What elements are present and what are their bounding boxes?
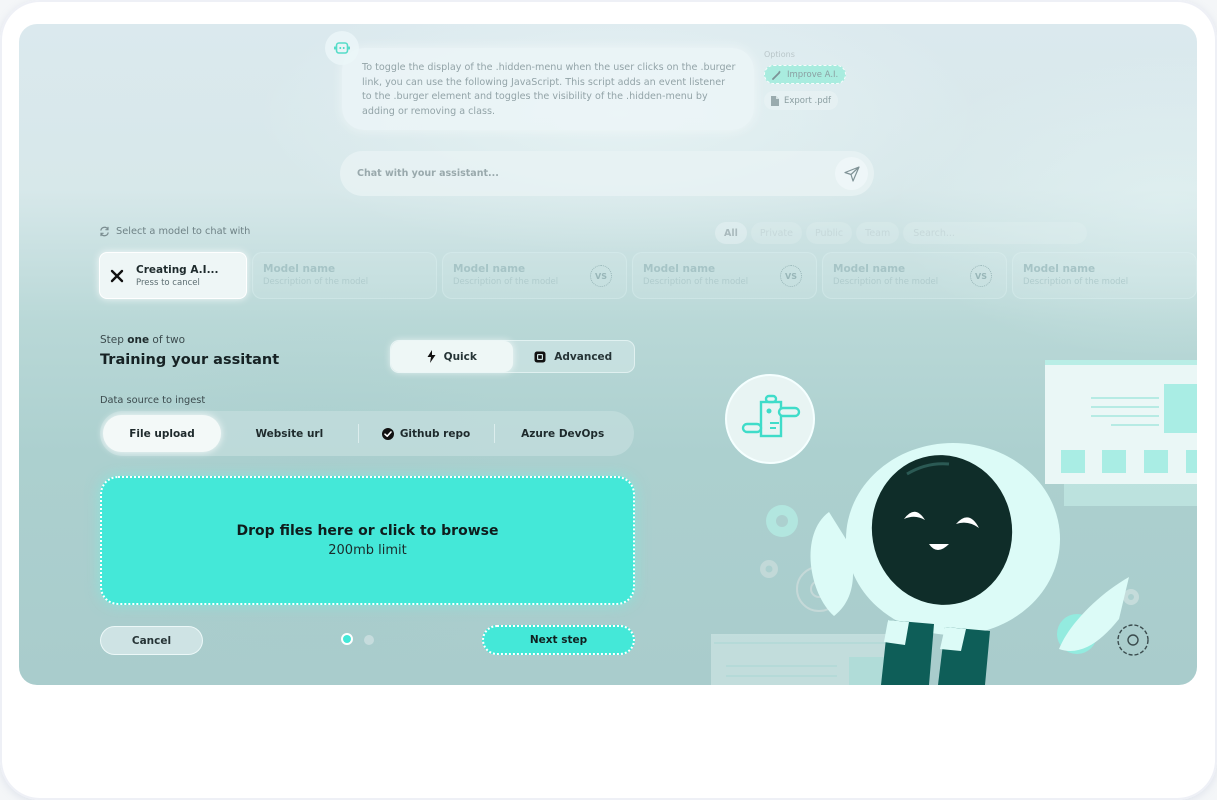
model-filters: All Private Public Team Search...: [715, 222, 1088, 244]
source-tab-website-url[interactable]: Website url: [221, 415, 358, 452]
dropzone-title: Drop files here or click to browse: [236, 523, 499, 539]
check-circle-icon: [381, 427, 394, 440]
mode-advanced-label: Advanced: [554, 350, 613, 363]
model-description: Description of the model: [1023, 277, 1129, 287]
step-dot-inactive: [364, 635, 374, 645]
document-icon: [771, 95, 779, 106]
lightning-icon: [427, 350, 436, 363]
assistant-message: To toggle the display of the .hidden-men…: [342, 48, 754, 130]
chat-input[interactable]: Chat with your assistant...: [340, 151, 874, 196]
source-tab-label: Website url: [255, 427, 324, 440]
mode-advanced-button[interactable]: Advanced: [513, 341, 635, 372]
step-indicator: Step one of two: [100, 334, 185, 346]
creating-ai-subtitle: Press to cancel: [136, 277, 200, 288]
close-icon: [110, 269, 124, 282]
refresh-icon: [100, 226, 109, 237]
source-tab-azure-devops[interactable]: Azure DevOps: [494, 415, 631, 452]
chip-icon: [534, 351, 546, 362]
model-card[interactable]: Model name Description of the model: [252, 252, 437, 299]
robot-left-arm: [810, 512, 854, 616]
robot-icon: [334, 42, 350, 54]
gear-icon: [760, 560, 778, 578]
dropzone-subtitle: 200mb limit: [328, 543, 407, 558]
filter-private[interactable]: Private: [750, 222, 802, 244]
chat-input-placeholder: Chat with your assistant...: [357, 168, 499, 179]
improve-ai-button[interactable]: Improve A.I.: [764, 65, 847, 84]
dashboard-panel-graphic: [1045, 360, 1197, 506]
document-card-graphic: [711, 634, 889, 685]
model-card[interactable]: Model name Description of the model VS: [632, 252, 817, 299]
model-card[interactable]: Model name Description of the model VS: [822, 252, 1007, 299]
next-step-button[interactable]: Next step: [482, 625, 635, 655]
mode-toggle: Quick Advanced: [390, 340, 635, 373]
export-pdf-button[interactable]: Export .pdf: [764, 91, 839, 110]
export-pdf-label: Export .pdf: [784, 95, 832, 106]
model-card[interactable]: Model name Description of the model VS: [442, 252, 627, 299]
robot-illustration: [711, 360, 1197, 685]
data-source-label: Data source to ingest: [100, 395, 206, 406]
gear-outline-icon: [1117, 624, 1149, 656]
source-tab-github-repo[interactable]: Github repo: [357, 415, 495, 452]
send-button[interactable]: [835, 157, 868, 190]
bot-avatar: [325, 31, 359, 65]
step-prefix: Step: [100, 334, 124, 346]
vs-badge[interactable]: VS: [970, 265, 992, 287]
app-screen: To toggle the display of the .hidden-men…: [19, 24, 1197, 685]
data-source-tabs: File upload Website url Github repo Azur…: [100, 411, 634, 456]
vs-badge[interactable]: VS: [780, 265, 802, 287]
filter-public[interactable]: Public: [806, 222, 853, 244]
robot-right-arm: [1059, 577, 1129, 651]
model-selector-text: Select a model to chat with: [116, 226, 251, 237]
cancel-button[interactable]: Cancel: [100, 626, 203, 655]
creating-ai-title: Creating A.I...: [136, 263, 219, 276]
step-current: one: [127, 334, 150, 346]
mode-quick-label: Quick: [443, 350, 477, 363]
source-tab-file-upload[interactable]: File upload: [103, 415, 221, 452]
improve-ai-label: Improve A.I.: [787, 69, 839, 80]
creating-ai-card[interactable]: Creating A.I... Press to cancel: [99, 252, 247, 299]
magic-wand-icon: [772, 70, 781, 80]
vs-badge[interactable]: VS: [590, 265, 612, 287]
flowchart-icon: [725, 374, 815, 464]
filter-team[interactable]: Team: [856, 222, 900, 244]
source-tab-label: Azure DevOps: [521, 427, 605, 440]
model-selector-label: Select a model to chat with: [99, 226, 250, 237]
assistant-message-text: To toggle the display of the .hidden-men…: [362, 62, 736, 117]
model-name: Model name: [1023, 263, 1096, 275]
model-search-input[interactable]: Search...: [903, 222, 1088, 244]
step-suffix: of two: [152, 334, 186, 346]
model-card[interactable]: Model name Description of the model: [1012, 252, 1197, 299]
paper-plane-icon: [843, 165, 860, 182]
options-label: Options: [764, 50, 795, 59]
file-dropzone[interactable]: Drop files here or click to browse 200mb…: [100, 476, 635, 605]
model-description: Description of the model: [263, 277, 369, 287]
gear-icon: [766, 505, 798, 537]
model-list: Creating A.I... Press to cancel Model na…: [99, 252, 1197, 299]
model-name: Model name: [263, 263, 336, 275]
page-title: Training your assitant: [100, 352, 280, 368]
filter-all[interactable]: All: [715, 222, 747, 244]
source-tab-label: Github repo: [399, 427, 471, 440]
mode-quick-button[interactable]: Quick: [391, 341, 513, 372]
step-dot-active: [341, 633, 353, 645]
source-tab-label: File upload: [129, 427, 195, 440]
